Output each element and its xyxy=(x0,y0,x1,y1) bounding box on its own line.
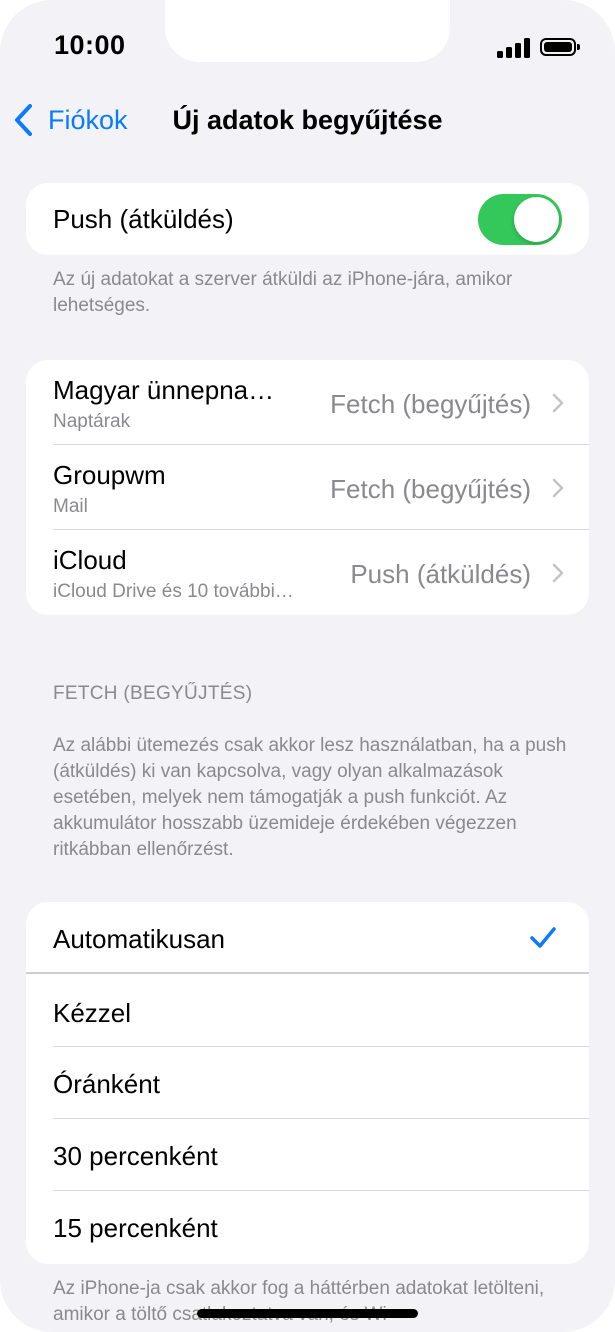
page-title: Új adatok begyűjtése xyxy=(172,105,443,135)
fetch-option-label: Automatikusan xyxy=(53,924,225,954)
account-value: Push (átküldés) xyxy=(350,559,531,589)
home-indicator[interactable] xyxy=(197,1309,418,1318)
push-label: Push (átküldés) xyxy=(53,204,234,234)
account-title: iCloud xyxy=(53,545,127,575)
checkmark-icon xyxy=(530,927,556,948)
fetch-option-row[interactable]: Óránként xyxy=(26,1047,589,1119)
chevron-right-icon xyxy=(552,563,564,583)
fetch-options-group: Automatikusan Kézzel Óránként 30 percenk… xyxy=(26,902,589,1264)
push-row: Push (átküldés) xyxy=(26,183,589,255)
account-subtitle: iCloud Drive és 10 további… xyxy=(53,581,294,602)
chevron-right-icon xyxy=(552,393,564,413)
account-subtitle: Naptárak xyxy=(53,411,131,432)
fetch-option-row[interactable]: 30 percenként xyxy=(26,1119,589,1191)
account-title: Magyar ünnepna… xyxy=(53,375,275,405)
cellular-signal-icon xyxy=(497,38,531,58)
account-row[interactable]: Groupwm Mail Fetch (begyűjtés) xyxy=(26,445,589,530)
push-footer: Az új adatokat a szerver átküldi az iPho… xyxy=(53,269,513,316)
account-subtitle: Mail xyxy=(53,496,88,517)
fetch-option-row[interactable]: Kézzel xyxy=(26,974,589,1047)
fetch-option-row[interactable]: 15 percenként xyxy=(26,1191,589,1264)
account-row[interactable]: Magyar ünnepna… Naptárak Fetch (begyűjté… xyxy=(26,360,589,445)
toggle-knob xyxy=(514,197,559,242)
fetch-footer: Az iPhone-ja csak akkor fog a háttérben … xyxy=(53,1278,545,1325)
chevron-right-icon xyxy=(552,478,564,498)
account-row[interactable]: iCloud iCloud Drive és 10 további… Push … xyxy=(26,530,589,615)
fetch-option-row[interactable]: Automatikusan xyxy=(26,902,589,974)
account-value: Fetch (begyűjtés) xyxy=(330,389,531,419)
fetch-option-label: 15 percenként xyxy=(53,1213,218,1243)
account-title: Groupwm xyxy=(53,460,166,490)
fetch-option-label: Kézzel xyxy=(53,998,132,1028)
notch xyxy=(165,0,450,62)
push-group: Push (átküldés) xyxy=(26,183,589,255)
fetch-description: Az alábbi ütemezés csak akkor lesz haszn… xyxy=(53,735,567,860)
accounts-group: Magyar ünnepna… Naptárak Fetch (begyűjté… xyxy=(26,360,589,615)
phone-screen: 10:00 Fiókok Új adatok begyűjtése Push (… xyxy=(0,0,615,1332)
fetch-section-header: FETCH (BEGYŰJTÉS) xyxy=(53,683,253,704)
fetch-option-label: Óránként xyxy=(53,1069,160,1099)
battery-icon xyxy=(540,38,580,56)
account-value: Fetch (begyűjtés) xyxy=(330,474,531,504)
fetch-option-label: 30 percenként xyxy=(53,1141,218,1171)
push-toggle[interactable] xyxy=(478,194,562,245)
status-time: 10:00 xyxy=(54,30,126,60)
